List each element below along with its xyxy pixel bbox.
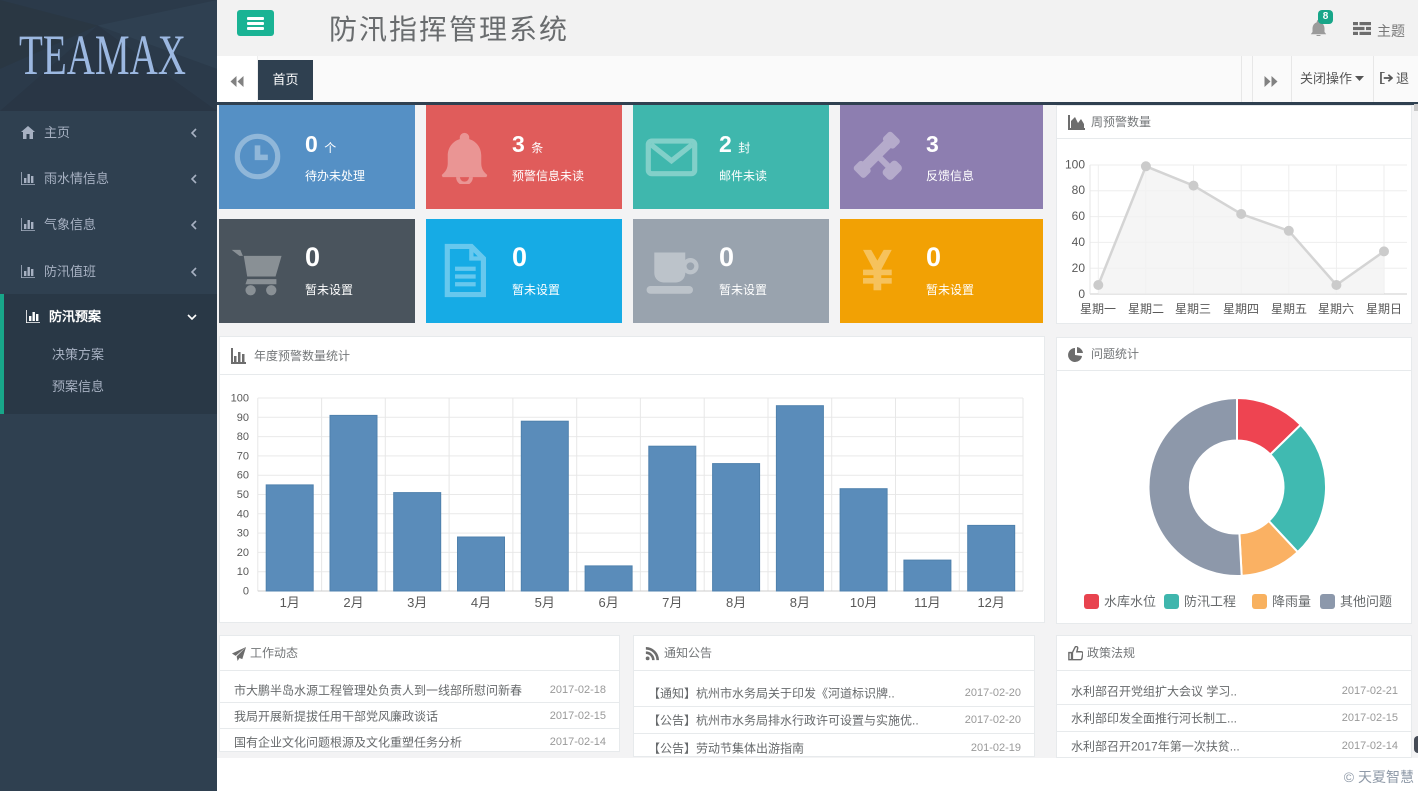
svg-text:6月: 6月 xyxy=(598,595,618,610)
svg-text:8月: 8月 xyxy=(726,595,746,610)
svg-text:100: 100 xyxy=(231,393,249,405)
svg-text:10月: 10月 xyxy=(850,595,877,610)
svg-text:星期二: 星期二 xyxy=(1128,302,1164,316)
svg-text:100: 100 xyxy=(1065,158,1085,172)
svg-text:5月: 5月 xyxy=(535,595,555,610)
svg-text:8月: 8月 xyxy=(790,595,810,610)
svg-text:星期一: 星期一 xyxy=(1080,302,1116,316)
svg-text:90: 90 xyxy=(237,412,249,424)
svg-text:40: 40 xyxy=(1072,235,1086,249)
svg-text:3月: 3月 xyxy=(407,595,427,610)
svg-text:星期四: 星期四 xyxy=(1223,302,1259,316)
svg-text:80: 80 xyxy=(1072,183,1086,197)
svg-text:80: 80 xyxy=(237,431,249,443)
svg-text:其他问题: 其他问题 xyxy=(1340,594,1392,609)
svg-text:60: 60 xyxy=(1072,209,1086,223)
svg-text:30: 30 xyxy=(237,528,249,540)
svg-text:20: 20 xyxy=(1072,261,1086,275)
svg-text:70: 70 xyxy=(237,450,249,462)
svg-text:7月: 7月 xyxy=(662,595,682,610)
svg-text:防汛工程: 防汛工程 xyxy=(1184,594,1236,609)
svg-text:4月: 4月 xyxy=(471,595,491,610)
svg-text:50: 50 xyxy=(237,489,249,501)
svg-text:降雨量: 降雨量 xyxy=(1272,594,1311,609)
svg-text:星期日: 星期日 xyxy=(1366,302,1402,316)
svg-text:水库水位: 水库水位 xyxy=(1104,594,1156,609)
svg-text:1月: 1月 xyxy=(280,595,300,610)
svg-text:星期六: 星期六 xyxy=(1318,302,1354,316)
svg-text:11月: 11月 xyxy=(914,595,941,610)
svg-text:40: 40 xyxy=(237,508,249,520)
svg-text:0: 0 xyxy=(243,586,249,598)
svg-text:星期五: 星期五 xyxy=(1271,302,1307,316)
svg-text:2月: 2月 xyxy=(343,595,363,610)
svg-text:60: 60 xyxy=(237,470,249,482)
svg-text:12月: 12月 xyxy=(977,595,1004,610)
svg-text:星期三: 星期三 xyxy=(1175,302,1211,316)
svg-text:0: 0 xyxy=(1078,287,1085,301)
svg-text:10: 10 xyxy=(237,566,249,578)
svg-text:20: 20 xyxy=(237,547,249,559)
